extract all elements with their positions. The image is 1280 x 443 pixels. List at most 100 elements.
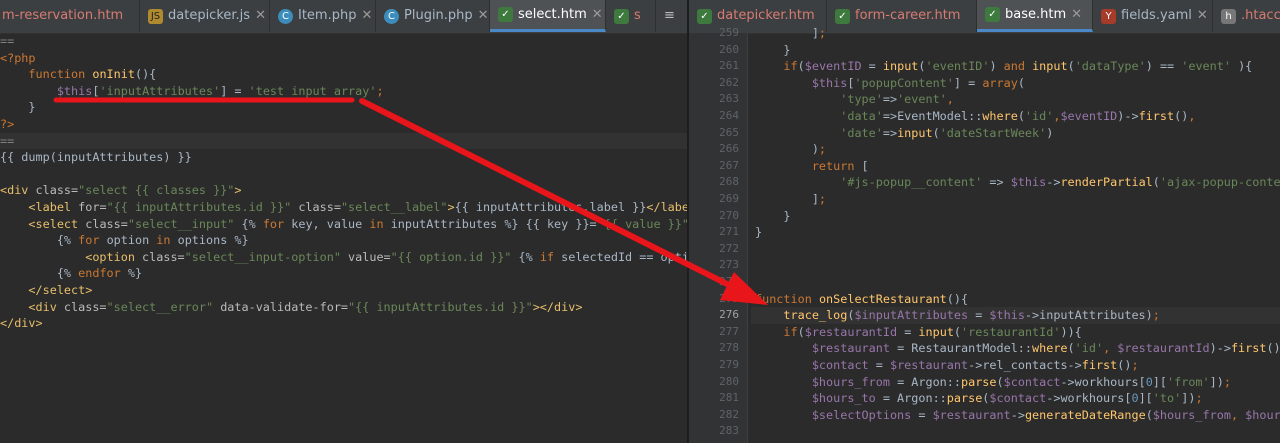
code-line: '#js-popup__content' => $this->renderPar… — [840, 175, 1280, 190]
code-line: trace_log($inputAttributes = $this->inpu… — [751, 307, 1280, 324]
line-number: 267 — [719, 158, 739, 172]
tab-label: Item.php — [298, 8, 357, 23]
line-number: 261 — [719, 59, 739, 73]
right-code-area[interactable]: 259 260 261 262 263 264 265 266 267 268 269 270 271 2… — [689, 26, 1280, 443]
line-number: 260 — [719, 42, 739, 56]
left-editor-pane: m-reservation.htm JS datepicker.js ✕ C I… — [0, 0, 688, 443]
code-line: } — [0, 100, 36, 115]
tab-datepicker-js[interactable]: JS datepicker.js ✕ — [140, 0, 270, 32]
code-line: $hours_to = Argon::parse($contact->workh… — [811, 391, 1203, 406]
code-line: </div> — [0, 316, 43, 331]
tab-label: select.htm — [518, 6, 587, 22]
close-icon[interactable]: ✕ — [592, 0, 603, 31]
code-line: $this['popupContent'] = array( — [811, 75, 1025, 90]
code-line: if($restaurantId = input('restaurantId')… — [783, 324, 1082, 339]
close-icon[interactable]: ✕ — [478, 0, 489, 32]
code-line: <select class="select__input" {% for key… — [0, 216, 688, 231]
close-icon[interactable]: ✕ — [255, 0, 266, 32]
htm-file-icon: ✓ — [498, 7, 513, 22]
tab-item-php[interactable]: C Item.php ✕ — [270, 0, 376, 32]
code-line: ]; — [755, 26, 827, 40]
line-number: 272 — [719, 241, 739, 255]
code-line: $selectOptions = $restaurant->generateDa… — [811, 407, 1280, 422]
code-line: ?> — [0, 116, 15, 131]
line-number: 264 — [719, 109, 739, 122]
code-line: 'data'=>EventModel::where('id',$eventID)… — [840, 109, 1196, 123]
line-number: 279 — [719, 358, 739, 371]
htaccess-file-icon: h — [1221, 8, 1236, 24]
code-line: } — [755, 225, 763, 240]
tab-label: s — [634, 8, 641, 23]
code-line: ]; — [755, 192, 827, 206]
code-line: $contact = $restaurant->rel_contacts->fi… — [811, 358, 1139, 372]
code-line: == — [0, 132, 688, 150]
code-line: } — [755, 208, 791, 223]
line-number: 263 — [719, 92, 739, 106]
tab-list-icon: ≡ — [664, 8, 675, 23]
line-number: 259 — [719, 26, 739, 39]
tab-label: Plugin.php — [404, 8, 473, 23]
line-number: 280 — [719, 374, 739, 388]
code-line: ); — [755, 142, 827, 157]
code-line: <label for="{{ inputAttributes.id }}" cl… — [0, 199, 688, 214]
left-tab-bar: m-reservation.htm JS datepicker.js ✕ C I… — [0, 0, 688, 34]
line-number: 275 — [719, 291, 739, 305]
php-class-icon: C — [278, 8, 293, 24]
tab-label: datepicker.js — [168, 8, 251, 23]
tab-s[interactable]: ✓ s — [606, 0, 656, 32]
line-number: 269 — [719, 192, 739, 205]
code-line: $hours_from = Argon::parse($contact->wor… — [811, 374, 1231, 389]
line-number: 276 — [719, 308, 739, 322]
left-code-area[interactable]: == <?php function onInit(){ $this['input… — [0, 33, 688, 443]
line-number: 282 — [719, 407, 739, 421]
php-class-icon: C — [384, 8, 399, 24]
code-line: {% for option in options %} — [0, 233, 249, 248]
tab-label: m-reservation.htm — [2, 8, 124, 23]
line-number: 283 — [719, 424, 739, 438]
code-line: {% endfor %} — [0, 266, 143, 281]
code-line: {{ dump(inputAttributes) }} — [0, 150, 192, 165]
htm-file-icon: ✓ — [614, 8, 629, 24]
line-number: 278 — [719, 341, 739, 355]
code-line: $restaurant = RestaurantModel::where('id… — [811, 341, 1280, 356]
tab-select-htm[interactable]: ✓ select.htm ✕ — [490, 0, 606, 32]
code-line: <div class="select {{ classes }}"> — [0, 183, 242, 198]
line-number: 266 — [719, 142, 739, 156]
code-line: == — [0, 34, 15, 48]
line-number: 274 — [719, 275, 739, 288]
line-number: 268 — [719, 175, 739, 189]
code-line: <?php — [0, 50, 36, 65]
line-number: 271 — [719, 225, 739, 239]
line-number-gutter: 259 260 261 262 263 264 265 266 267 268 269 270 271 2… — [689, 26, 748, 443]
code-line: return [ — [811, 158, 869, 173]
line-number: 277 — [719, 324, 739, 338]
htm-file-icon: ✓ — [697, 8, 712, 24]
tab-m-reservation[interactable]: m-reservation.htm — [0, 0, 140, 32]
code-line: $this['inputAttributes'] = 'test input a… — [56, 83, 384, 98]
code-line: <div class="select__error" data-validate… — [0, 299, 583, 314]
tab-overflow-button[interactable]: ≡ — [656, 0, 688, 32]
code-line: function onInit(){ — [0, 67, 157, 82]
code-line: 'date'=>input('dateStartWeek') — [840, 125, 1054, 140]
line-number: 273 — [719, 258, 739, 272]
line-number: 262 — [719, 75, 739, 89]
htm-file-icon: ✓ — [985, 7, 1000, 22]
line-number: 270 — [719, 208, 739, 222]
right-editor-pane: ✓ datepicker.htm ✓ form-career.htm ✓ bas… — [689, 0, 1280, 443]
line-number: 281 — [719, 391, 739, 405]
line-number: 265 — [719, 125, 739, 139]
htm-file-icon: ✓ — [835, 8, 850, 24]
code-line: } — [755, 42, 791, 57]
code-line: function onSelectRestaurant(){ — [755, 291, 969, 306]
tab-plugin-php[interactable]: C Plugin.php ✕ — [376, 0, 490, 32]
code-line: if($eventID = input('eventID') and input… — [783, 59, 1253, 74]
yaml-file-icon: Y — [1101, 8, 1116, 24]
code-line: 'type'=>'event', — [840, 92, 954, 107]
code-line: <option class="select__input-option" val… — [0, 249, 688, 264]
code-line: </select> — [0, 282, 93, 297]
close-icon[interactable]: ✕ — [361, 0, 372, 32]
